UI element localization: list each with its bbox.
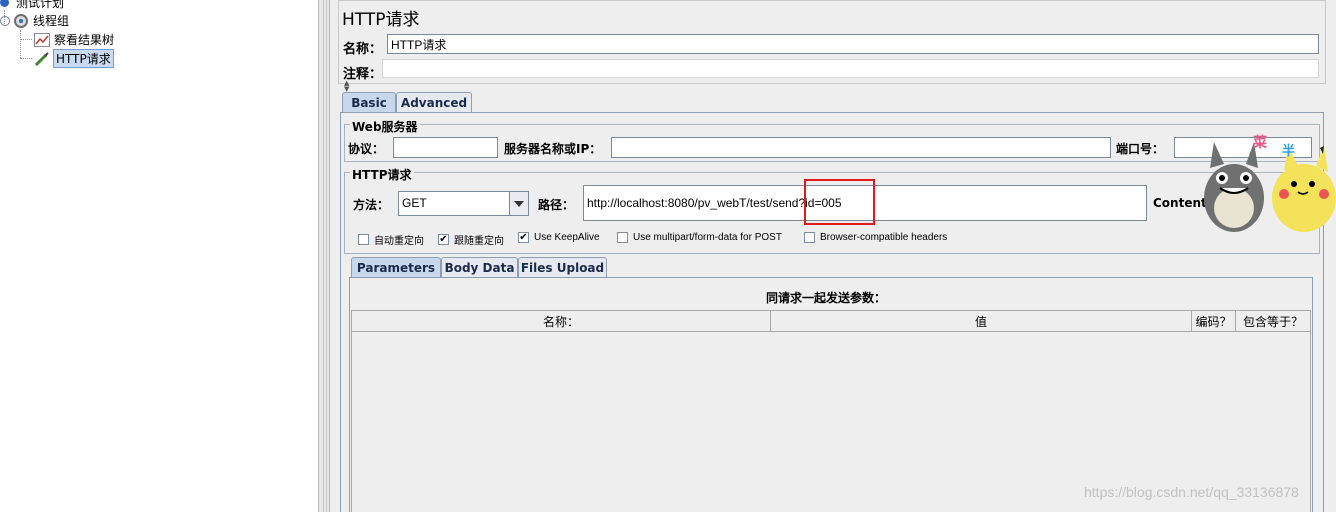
header-box: HTTP请求 名称： HTTP请求 注释：	[338, 0, 1326, 84]
protocol-field[interactable]	[393, 137, 498, 158]
server-name-label: 服务器名称或IP：	[504, 142, 602, 156]
tab-advanced[interactable]: Advanced	[396, 92, 472, 112]
collapse-toggle-icon[interactable]	[0, 15, 10, 26]
checkbox-label: Use multipart/form-data for POST	[633, 232, 782, 243]
auto-redirect-checkbox[interactable]: 自动重定向	[358, 232, 424, 247]
sticker-caption-1: 菜	[1253, 135, 1267, 151]
watermark: https://blog.csdn.net/qq_33136878	[1084, 484, 1299, 500]
tree-connector	[20, 30, 21, 58]
checkbox-label: Browser-compatible headers	[820, 232, 948, 243]
pikachu-sticker	[1268, 146, 1336, 240]
web-server-title: Web服务器	[350, 118, 420, 135]
method-label: 方法：	[353, 198, 390, 212]
tree-node-label: 察看结果树	[54, 33, 115, 47]
multipart-checkbox[interactable]: Use multipart/form-data for POST	[617, 232, 782, 243]
tree-node-test-plan[interactable]: 测试计划	[0, 0, 64, 11]
tree-node-view-results-tree[interactable]: 察看结果树	[34, 31, 114, 48]
gear-icon	[14, 13, 28, 28]
column-header-name[interactable]: 名称：	[351, 310, 771, 332]
protocol-label: 协议：	[348, 142, 385, 156]
sticker-caption-2: 半	[1282, 144, 1296, 159]
tab-basic[interactable]: Basic	[342, 92, 396, 112]
checkbox-box	[358, 234, 369, 245]
name-label: 名称：	[343, 42, 383, 57]
checkbox-box	[804, 232, 815, 243]
tree-node-label: 线程组	[33, 14, 70, 28]
port-label: 端口号：	[1116, 142, 1165, 156]
browser-headers-checkbox[interactable]: Browser-compatible headers	[804, 232, 947, 243]
column-header-value[interactable]: 值	[771, 310, 1192, 332]
totoro-sticker	[1200, 138, 1270, 234]
tree-connector	[20, 39, 32, 40]
tree-node-thread-group[interactable]: 线程组	[0, 12, 69, 29]
comment-field[interactable]	[382, 59, 1319, 78]
tab-body-data[interactable]: Body Data	[441, 257, 518, 277]
parameters-table-header: 名称： 值 编码？ 包含等于？	[351, 310, 1311, 332]
column-header-include-equals[interactable]: 包含等于？	[1236, 310, 1311, 332]
tree-node-http-request[interactable]: HTTP请求	[34, 49, 114, 68]
checkbox-label: Use KeepAlive	[534, 232, 600, 243]
tab-files-upload[interactable]: Files Upload	[518, 257, 607, 277]
method-select[interactable]: GET	[398, 191, 510, 216]
http-request-title: HTTP请求	[350, 166, 414, 183]
tab-parameters[interactable]: Parameters	[351, 257, 441, 277]
parameters-caption: 同请求一起发送参数：	[766, 291, 887, 305]
split-pane-divider[interactable]	[318, 0, 330, 512]
dropdown-arrow-button[interactable]	[509, 191, 529, 216]
follow-redirect-checkbox[interactable]: ✔ 跟随重定向	[438, 232, 504, 247]
checkmark-icon: ✔	[438, 234, 449, 245]
checkbox-label: 自动重定向	[374, 236, 424, 247]
tree-node-label: 测试计划	[16, 0, 65, 10]
http-request-panel: HTTP请求 名称： HTTP请求 注释： ▲ ▼ Basic Advanced …	[330, 0, 1336, 512]
highlight-box	[804, 179, 875, 225]
chart-icon	[34, 32, 50, 47]
test-plan-icon	[0, 0, 9, 7]
path-label: 路径：	[538, 198, 575, 212]
tree-node-label: HTTP请求	[53, 49, 114, 68]
tree-connector	[20, 58, 32, 59]
resize-arrows-icon[interactable]: ▲ ▼	[344, 80, 349, 93]
page-title: HTTP请求	[342, 10, 420, 30]
name-field[interactable]: HTTP请求	[387, 34, 1319, 54]
keepalive-checkbox[interactable]: ✔ Use KeepAlive	[518, 232, 600, 243]
column-header-encode[interactable]: 编码？	[1192, 310, 1236, 332]
checkmark-icon: ✔	[518, 232, 529, 243]
pipette-icon	[34, 51, 50, 67]
checkbox-box	[617, 232, 628, 243]
checkbox-label: 跟随重定向	[454, 236, 504, 247]
server-name-field[interactable]	[611, 137, 1111, 158]
chevron-down-icon	[514, 200, 524, 207]
test-plan-tree: 测试计划 线程组 察看结果树 HTTP请求	[0, 0, 318, 512]
